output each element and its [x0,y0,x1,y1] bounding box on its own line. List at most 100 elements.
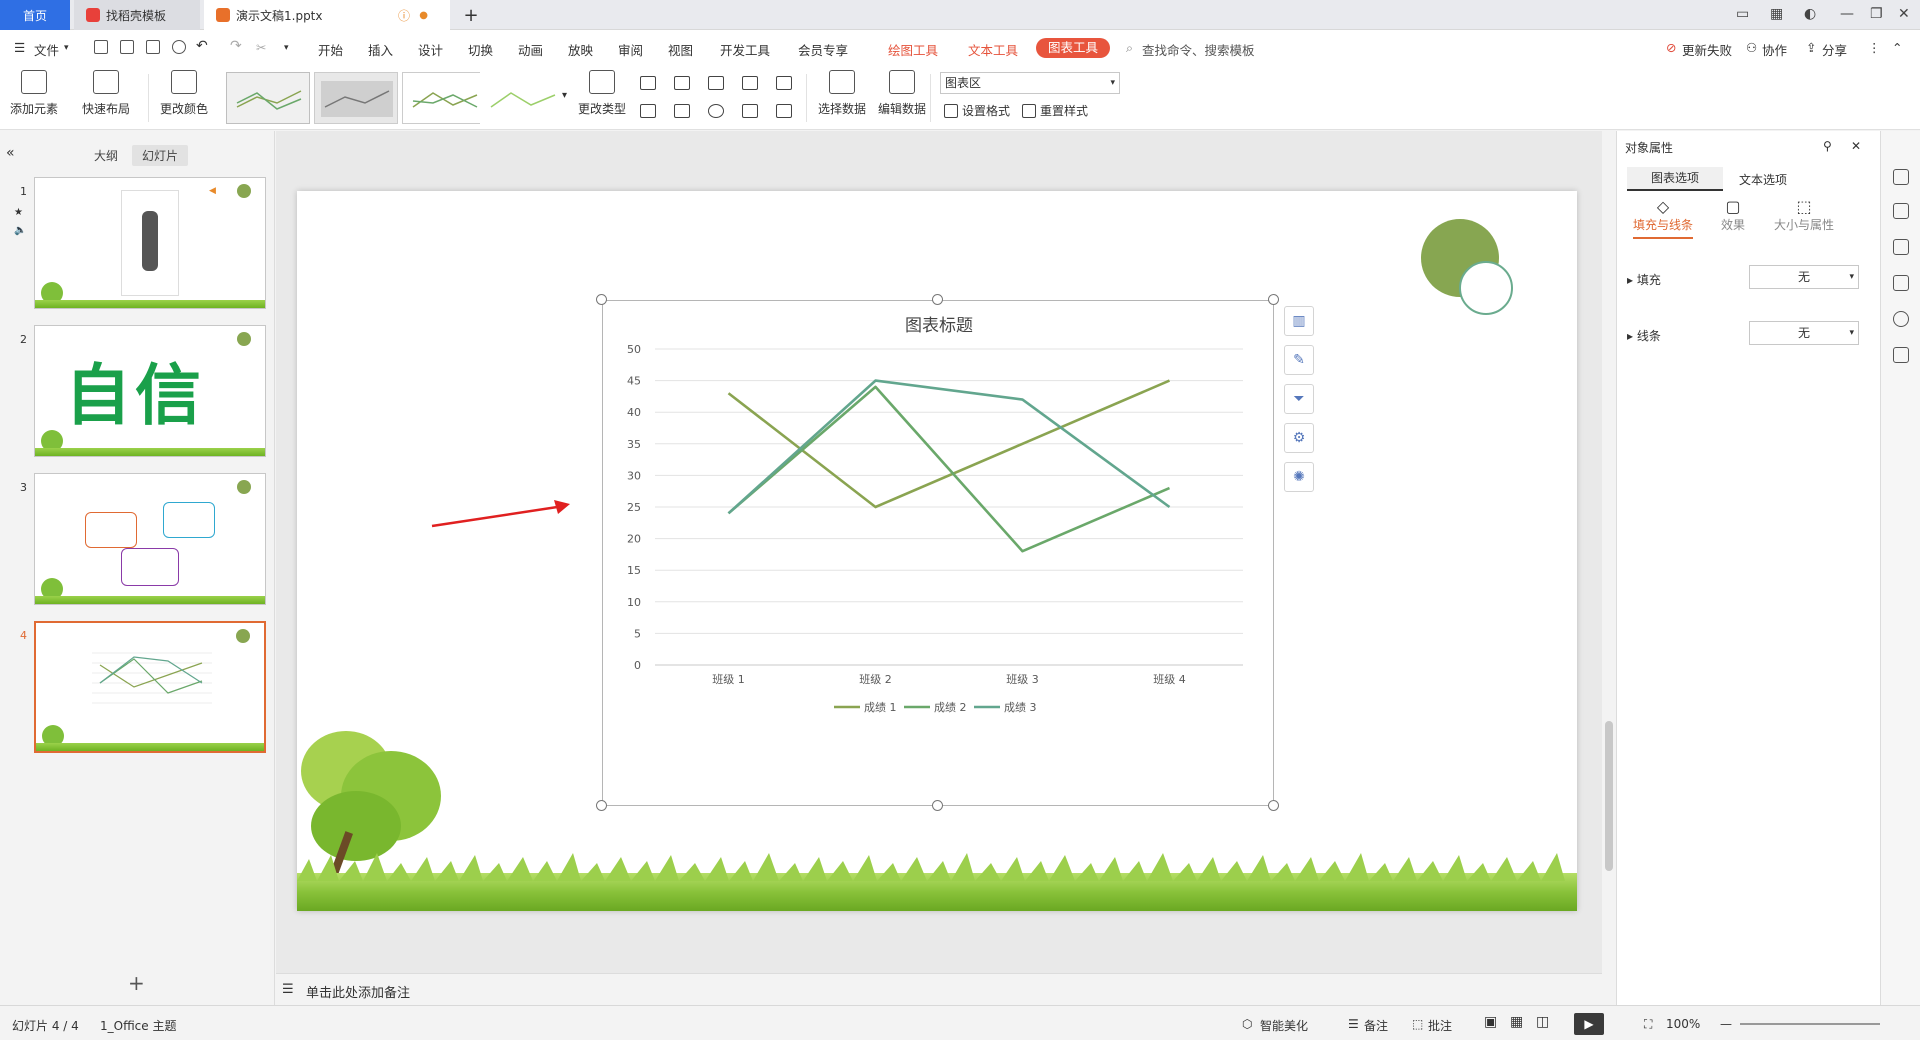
line-section[interactable]: ▸ 线条 [1627,327,1661,344]
menu-member[interactable]: 会员专享 [798,40,848,59]
notes-bar[interactable]: ☰ 单击此处添加备注 [276,973,1602,1005]
stock-chart-icon[interactable] [776,76,792,90]
tab-outline[interactable]: 大纲 [84,145,128,166]
chart-idea-icon[interactable]: ✺ [1284,462,1314,492]
tab-templates[interactable]: 找稻壳模板 [74,0,200,30]
export-pdf-icon[interactable] [120,40,134,54]
resize-handle-sw[interactable] [596,800,607,811]
chart-element-select[interactable]: 图表区 ▾ [940,72,1120,94]
chart-elements-icon[interactable]: ▥ [1284,306,1314,336]
column-chart-icon[interactable] [640,76,656,90]
style-gallery-more-icon[interactable]: ▾ [562,90,567,101]
preview-icon[interactable] [172,40,186,54]
pin-icon[interactable]: ⚲ [1823,139,1832,153]
subtab-effects[interactable]: ▢ 效果 [1713,197,1753,233]
menu-transition[interactable]: 切换 [468,40,493,59]
menu-file[interactable]: 文件 [34,40,59,59]
chart-filter-icon[interactable]: ⏷ [1284,384,1314,414]
menu-developer[interactable]: 开发工具 [720,40,770,59]
zoom-out-icon[interactable]: — [1720,1017,1732,1031]
chart-style-1[interactable] [226,72,310,124]
scrollbar-thumb[interactable] [1605,721,1613,871]
restore-icon[interactable]: ❐ [1870,6,1883,22]
scatter-chart-icon[interactable] [742,104,758,118]
chart-title[interactable]: 图表标题 [905,316,973,336]
tab-chart-options[interactable]: 图表选项 [1627,167,1723,191]
fill-dropdown[interactable]: 无 ▾ [1749,265,1859,289]
properties-rail-icon[interactable] [1893,169,1909,185]
select-data-button[interactable]: 选择数据 [818,70,866,117]
menu-animation[interactable]: 动画 [518,40,543,59]
search-icon[interactable]: ⌕ [1126,40,1133,56]
smart-beautify-button[interactable]: 智能美化 [1260,1017,1308,1034]
tab-document[interactable]: 演示文稿1.pptx ⓘ ● [204,0,450,30]
more-icon[interactable]: ⋮ [1868,40,1881,55]
slide-thumbnail-3[interactable] [34,473,266,605]
series-line-2[interactable] [727,385,1171,553]
sorter-view-icon[interactable]: ▦ [1510,1014,1523,1030]
chart-style-2[interactable] [314,72,398,124]
slide-thumbnail-2[interactable]: 自信 [34,325,266,457]
tab-text-options[interactable]: 文本选项 [1739,171,1787,188]
pie-chart-icon[interactable] [708,104,724,118]
close-icon[interactable]: ✕ [1898,6,1910,22]
book-rail-icon[interactable] [1893,347,1909,363]
change-color-button[interactable]: 更改颜色 [160,70,208,117]
undo-icon[interactable]: ↶ [196,38,208,54]
add-element-button[interactable]: 添加元素 [10,70,58,117]
reset-style-button[interactable]: 重置样式 [1022,102,1088,119]
add-slide-button[interactable]: + [128,971,145,995]
chevron-down-icon[interactable]: ▾ [64,43,69,53]
notes-toggle-button[interactable]: 备注 [1364,1017,1388,1034]
set-format-button[interactable]: 设置格式 [944,102,1010,119]
chart-settings-icon[interactable]: ⚙ [1284,423,1314,453]
vertical-scrollbar[interactable] [1602,131,1616,1005]
menu-view[interactable]: 视图 [668,40,693,59]
menu-home[interactable]: 开始 [318,40,343,59]
format-painter-icon[interactable]: ✂ [256,40,266,55]
reading-view-icon[interactable]: ◫ [1536,1014,1549,1030]
change-type-button[interactable]: 更改类型 [578,70,626,117]
collapse-ribbon-icon[interactable]: ⌃ [1892,40,1902,55]
line-dropdown[interactable]: 无 ▾ [1749,321,1859,345]
resize-handle-ne[interactable] [1268,294,1279,305]
menu-review[interactable]: 审阅 [618,40,643,59]
search-command-input[interactable]: 查找命令、搜索模板 [1142,40,1255,59]
notes-placeholder[interactable]: 单击此处添加备注 [306,982,410,1001]
chart-style-brush-icon[interactable]: ✎ [1284,345,1314,375]
resize-handle-se[interactable] [1268,800,1279,811]
tab-home[interactable]: 首页 [0,0,70,30]
more-charts-icon[interactable] [776,104,792,118]
line-chart-icon[interactable] [708,76,724,90]
radar-chart-icon[interactable] [742,76,758,90]
menu-slideshow[interactable]: 放映 [568,40,593,59]
normal-view-icon[interactable]: ▣ [1484,1014,1497,1030]
slide-thumbnail-4[interactable] [34,621,266,753]
image-rail-icon[interactable] [1893,275,1909,291]
chart-object[interactable]: 图表标题 0 5 10 15 20 25 30 35 40 45 50 班级 1 班级 2 班级 3 班级… [602,300,1274,806]
series-line-3[interactable] [727,379,1171,515]
quick-layout-button[interactable]: 快速布局 [82,70,130,117]
theme-name[interactable]: 1_Office 主题 [100,1017,176,1034]
layout-rail-icon[interactable] [1893,239,1909,255]
edit-data-button[interactable]: 编辑数据 [878,70,926,117]
collapse-panel-icon[interactable]: « [6,145,15,161]
chart-style-4[interactable] [480,72,564,124]
chart-style-3[interactable] [402,72,486,124]
menu-text-tools[interactable]: 文本工具 [968,40,1018,59]
menu-chart-tools[interactable]: 图表工具 [1036,38,1110,58]
layout-icon[interactable]: ▭ [1736,6,1749,22]
avatar[interactable]: ◐ [1804,6,1816,22]
apps-grid-icon[interactable]: ▦ [1770,6,1783,22]
zoom-level[interactable]: 100% [1666,1017,1700,1031]
combo-chart-icon[interactable] [640,104,656,118]
resize-handle-n[interactable] [932,294,943,305]
properties-title[interactable]: 对象属性 [1625,139,1673,156]
menu-insert[interactable]: 插入 [368,40,393,59]
resize-handle-nw[interactable] [596,294,607,305]
play-slideshow-button[interactable]: ▶ [1574,1013,1604,1035]
bar-chart-icon[interactable] [674,76,690,90]
new-tab-button[interactable]: + [456,0,486,30]
save-icon[interactable] [94,40,108,54]
comment-button[interactable]: 批注 [1428,1017,1452,1034]
